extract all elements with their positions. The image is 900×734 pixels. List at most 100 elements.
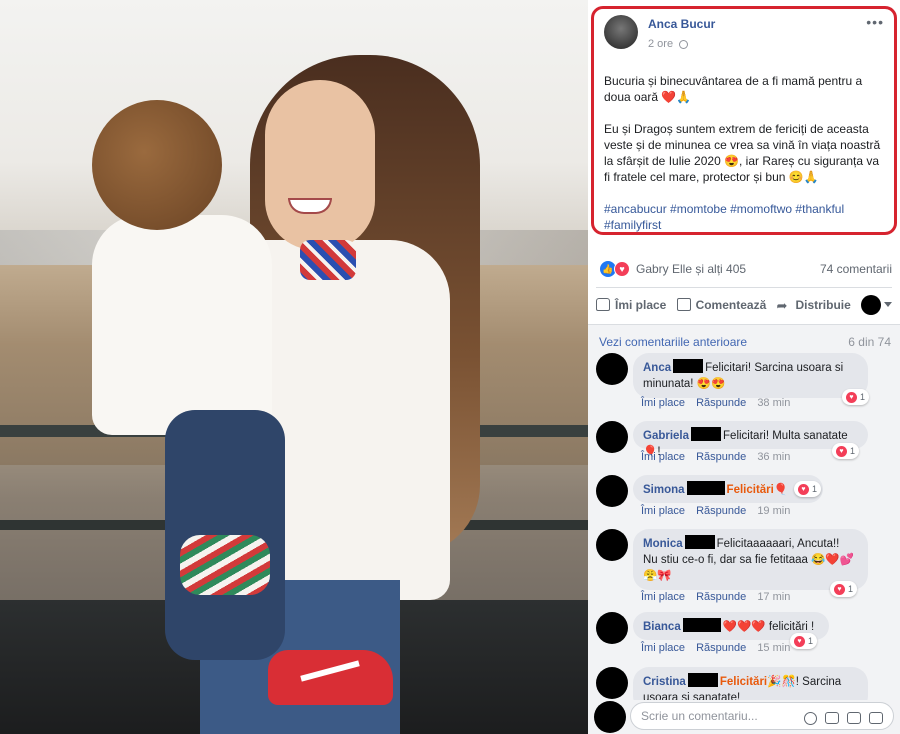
reactions-summary[interactable]: Gabry Elle și alți 405 [636,262,746,276]
comments-count[interactable]: 74 comentarii [820,262,892,276]
comment-reaction-number: 1 [808,636,814,646]
my-avatar [594,701,626,733]
comment-reply-link[interactable]: Răspunde [696,642,746,654]
comment-text: Felicitari! Sarcina usoara si [705,362,844,374]
comment-button[interactable]: Comentează [676,297,767,312]
comment-reaction-number: 1 [848,584,854,594]
comment-avatar[interactable] [596,529,628,561]
love-reaction-icon: ♥ [614,261,630,277]
reactions-row: 👍 ♥ Gabry Elle și alți 405 74 comentarii [600,260,892,278]
view-previous-comments-link[interactable]: Vezi comentariile anterioare [599,335,747,349]
comment-author[interactable]: Monica [643,538,683,550]
comment-bubble: Monica Felicitaaaaaari, Ancuta!! Nu stiu … [633,529,868,590]
comment-text-suffix: 🎈 [773,484,789,496]
redacted-name [684,535,715,549]
share-icon [776,298,790,311]
heart-icon: ♥ [846,391,857,403]
post-time: 2 ore [648,36,866,52]
comment-author[interactable]: Simona [643,484,685,496]
heart-icon: ♥ [798,483,809,495]
comment-time[interactable]: 19 min [757,505,790,517]
redacted-name [673,359,704,373]
comment-reaction-number: 1 [812,484,818,494]
comment-avatar[interactable] [596,612,628,644]
comment-avatar[interactable] [596,353,628,385]
share-button[interactable]: Distribuie [776,298,850,312]
post-highlight-box: Anca Bucur 2 ore ••• Bucuria și binecuvâ… [591,6,897,235]
comment-text-suffix: 🎉🎊! Sarcina [767,676,842,688]
comment-like-link[interactable]: Îmi place [641,505,685,517]
emoji-icon[interactable] [804,712,817,725]
sticker-icon[interactable] [869,712,883,724]
photo-child-head [92,100,222,230]
comment-text: Felicitări [726,484,774,496]
comment-time[interactable]: 17 min [757,591,790,603]
comment-author[interactable]: Cristina [643,676,686,688]
profile-avatar [861,294,881,315]
comment-avatar[interactable] [596,421,628,453]
author-avatar[interactable] [604,15,638,49]
comment-icon [676,298,691,311]
comment-time[interactable]: 38 min [757,397,790,409]
redacted-name [687,673,718,687]
post-paragraph-2: Eu și Dragoș suntem extrem de fericiți d… [604,122,881,184]
comment-reaction-count[interactable]: ♥ 1 [830,581,858,597]
comment-bubble: Anca Felicitari! Sarcina usoara si minuna… [633,353,868,398]
comment-reaction-count[interactable]: ♥ 1 [842,389,870,405]
redacted-name [686,481,725,495]
comment-avatar[interactable] [596,667,628,699]
caret-down-icon [884,302,892,307]
comment-author[interactable]: Gabriela [643,430,689,442]
comment-reaction-count[interactable]: ♥ 1 [832,443,860,459]
post-panel: Anca Bucur 2 ore ••• Bucuria și binecuvâ… [588,0,900,734]
comment-input-placeholder: Scrie un comentariu... [641,709,758,723]
photo-embroidery [300,240,356,280]
comment-composer: Scrie un comentariu... [588,700,900,734]
comment-text-line2: minunata! 😍😍 [643,378,726,390]
comment-actions: Îmi place Răspunde 15 min [641,642,798,654]
author-meta: Anca Bucur 2 ore [648,15,866,52]
comment-author[interactable]: Bianca [643,621,681,633]
comment-input[interactable]: Scrie un comentariu... [630,702,894,730]
action-bar: Îmi place Comentează Distribuie [596,287,892,321]
comment-avatar[interactable] [596,475,628,507]
author-name[interactable]: Anca Bucur [648,16,866,32]
post-time-text[interactable]: 2 ore [648,36,673,52]
comment-text-line3: 😤🎀 [643,570,672,582]
camera-icon[interactable] [825,712,839,724]
more-options-icon[interactable]: ••• [866,15,884,29]
comment-like-link[interactable]: Îmi place [641,397,685,409]
gif-icon[interactable] [847,712,861,724]
like-button-label: Îmi place [615,297,667,312]
comment-actions: Îmi place Răspunde 17 min [641,591,798,603]
comment-time[interactable]: 15 min [757,642,790,654]
comment-like-link[interactable]: Îmi place [641,591,685,603]
comment-actions: Îmi place Răspunde 19 min [641,505,798,517]
post-photo[interactable] [0,0,588,734]
share-button-label: Distribuie [795,297,851,312]
post-hashtags[interactable]: #ancabucur #momtobe #momoftwo #thankful … [604,201,884,233]
comment-actions: Îmi place Răspunde 36 min [641,451,798,463]
comment-time[interactable]: 36 min [757,451,790,463]
redacted-name [682,618,721,632]
composer-tools [804,712,883,725]
comment-text: ❤️❤️❤️ felicitări ! [722,621,815,633]
comment-reply-link[interactable]: Răspunde [696,591,746,603]
comment-text-line2: Nu stiu ce-o fi, dar sa fie fetitaaa 😂❤️… [643,554,855,566]
comment-reaction-count[interactable]: ♥ 1 [794,481,822,497]
comment-reply-link[interactable]: Răspunde [696,397,746,409]
heart-icon: ♥ [836,445,847,457]
like-button[interactable]: Îmi place [596,298,666,312]
comment-like-link[interactable]: Îmi place [641,642,685,654]
comment-reply-link[interactable]: Răspunde [696,505,746,517]
comment-text: Felicitaaaaaari, Ancuta!! [716,538,840,550]
post-header: Anca Bucur 2 ore ••• [604,15,884,57]
comment-button-label: Comentează [695,297,767,312]
comment-reply-link[interactable]: Răspunde [696,451,746,463]
profile-selector[interactable] [861,294,892,315]
post-paragraph-1: Bucuria și binecuvântarea de a fi mamă p… [604,74,863,104]
comment-author[interactable]: Anca [643,362,671,374]
comments-page-count: 6 din 74 [848,335,891,349]
comment-like-link[interactable]: Îmi place [641,451,685,463]
photo-child-shirt [92,215,272,435]
